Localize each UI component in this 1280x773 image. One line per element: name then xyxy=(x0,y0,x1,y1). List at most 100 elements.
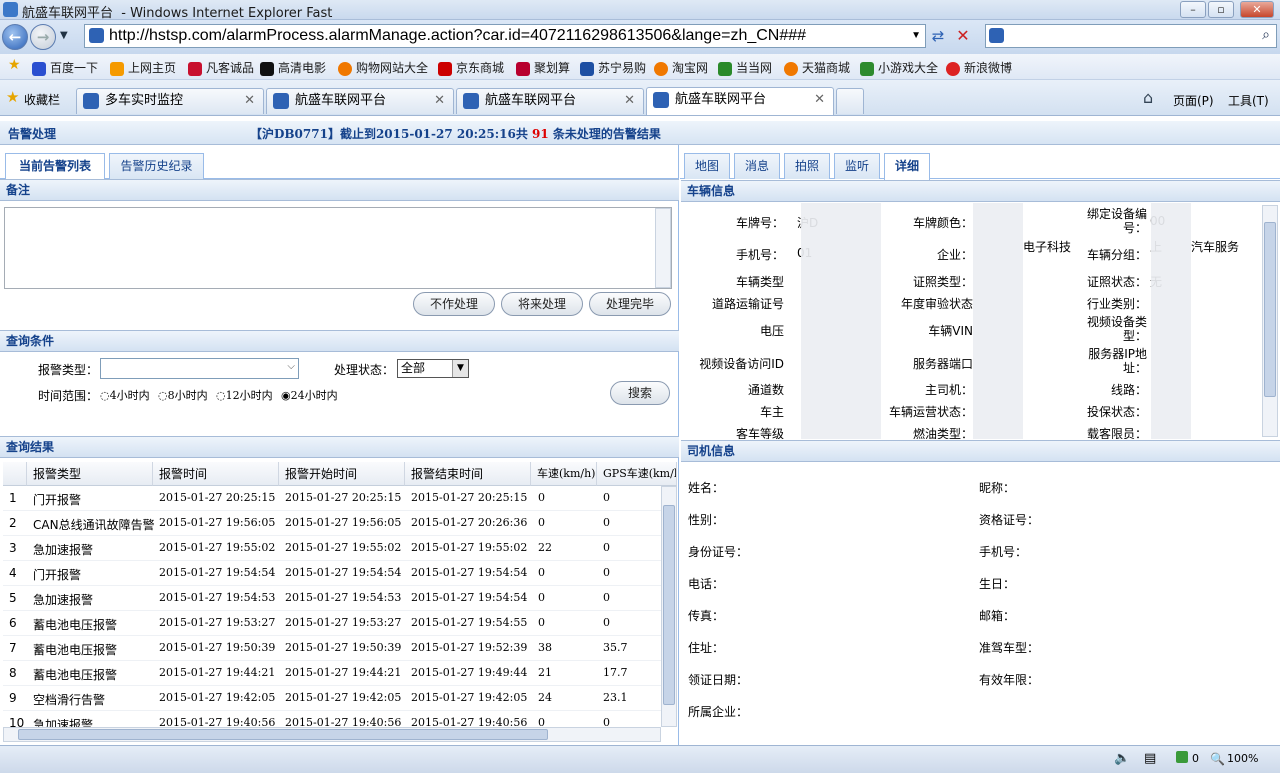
address-input[interactable]: http://hstsp.com/alarmProcess.alarmManag… xyxy=(84,24,926,48)
radio-4h[interactable]: ◌4小时内 xyxy=(100,387,150,403)
fav-link-9[interactable]: 当当网 xyxy=(718,59,772,76)
table-row[interactable]: 7 蓄电池电压报警 2015-01-27 19:50:39 2015-01-27 19… xyxy=(3,636,677,661)
fav-link-2[interactable]: 凡客诚品 xyxy=(188,59,254,76)
table-cell: 17.7 xyxy=(603,666,628,679)
favorites-star-icon[interactable]: ★ xyxy=(6,88,19,106)
zoom-icon[interactable]: 🔍 xyxy=(1210,752,1225,766)
radio-24h[interactable]: ◉24小时内 xyxy=(281,387,338,403)
browser-tab-0[interactable]: 多车实时监控 ✕ xyxy=(76,88,264,114)
fav-link-12[interactable]: 新浪微博 xyxy=(946,59,1012,76)
radio-12h[interactable]: ◌12小时内 xyxy=(216,387,273,403)
table-cell: 2015-01-27 19:40:56 xyxy=(411,716,528,727)
redaction-block xyxy=(973,203,1023,439)
browser-tab-2[interactable]: 航盛车联网平台 ✕ xyxy=(456,88,644,114)
fav-link-1[interactable]: 上网主页 xyxy=(110,59,176,76)
table-cell: 4 xyxy=(9,566,17,580)
server-ip-label: 服务器IP地址： xyxy=(1088,347,1147,375)
col-end-time[interactable]: 报警结束时间 xyxy=(405,462,531,486)
ignore-button[interactable]: 不作处理 xyxy=(413,292,495,316)
table-row[interactable]: 3 急加速报警 2015-01-27 19:55:02 2015-01-27 19:5… xyxy=(3,536,677,561)
plate-color-label: 车牌颜色： xyxy=(912,216,973,230)
radio-8h[interactable]: ◌8小时内 xyxy=(158,387,208,403)
tab-alarm-history[interactable]: 告警历史纪录 xyxy=(109,153,204,179)
browser-tab-1[interactable]: 航盛车联网平台 ✕ xyxy=(266,88,454,114)
col-alarm-type[interactable]: 报警类型 xyxy=(27,462,153,486)
table-cell: 急加速报警 xyxy=(33,543,94,557)
speaker-icon[interactable]: 🔈 xyxy=(1114,751,1130,766)
tab-monitor[interactable]: 监听 xyxy=(834,153,880,179)
tab-map[interactable]: 地图 xyxy=(684,153,730,179)
maximize-button[interactable]: ▫ xyxy=(1208,1,1234,18)
table-row[interactable]: 6 蓄电池电压报警 2015-01-27 19:53:27 2015-01-27 19… xyxy=(3,611,677,636)
alarm-type-select[interactable]: ⌵ xyxy=(100,358,299,379)
results-v-scrollbar[interactable] xyxy=(661,486,677,727)
fav-link-5[interactable]: 京东商城 xyxy=(438,59,504,76)
fav-link-7[interactable]: 苏宁易购 xyxy=(580,59,646,76)
video-id-label: 视频设备访问ID xyxy=(699,357,784,371)
table-row[interactable]: 2 CAN总线通讯故障告警 2015-01-27 19:56:05 2015-01-2… xyxy=(3,511,677,536)
close-tab-icon[interactable]: ✕ xyxy=(434,89,445,113)
search-input[interactable]: ⌕ xyxy=(985,24,1277,48)
forward-button[interactable]: → xyxy=(30,24,56,50)
vehicle-scrollbar[interactable] xyxy=(1262,205,1278,437)
address-url: http://hstsp.com/alarmProcess.alarmManag… xyxy=(109,27,807,44)
search-button[interactable]: 搜索 xyxy=(610,381,670,405)
col-speed[interactable]: 车速(km/h) xyxy=(531,462,597,486)
home-icon[interactable]: ⌂ xyxy=(1143,88,1153,107)
fav-link-6[interactable]: 聚划算 xyxy=(516,59,570,76)
table-row[interactable]: 9 空档滑行告警 2015-01-27 19:42:05 2015-01-27 19:… xyxy=(3,686,677,711)
results-h-scrollbar[interactable] xyxy=(3,727,661,742)
favorites-button[interactable]: 收藏栏 xyxy=(24,91,60,108)
browser-tab-3[interactable]: 航盛车联网平台 ✕ xyxy=(646,87,834,115)
table-row[interactable]: 1 门开报警 2015-01-27 20:25:15 2015-01-27 20:25… xyxy=(3,486,677,511)
history-dropdown-icon[interactable]: ▼ xyxy=(60,30,68,41)
search-icon[interactable]: ⌕ xyxy=(1262,27,1270,43)
refresh-icon[interactable]: ⇄ xyxy=(928,27,948,47)
tab-detail[interactable]: 详细 xyxy=(884,153,930,180)
tools-menu[interactable]: 工具(T) xyxy=(1228,92,1269,109)
fav-link-0[interactable]: 百度一下 xyxy=(32,59,98,76)
table-cell: 0 xyxy=(538,716,545,727)
close-tab-icon[interactable]: ✕ xyxy=(244,89,255,113)
fav-link-10[interactable]: 天猫商城 xyxy=(784,59,850,76)
col-gps-speed[interactable]: GPS车速(km/h) xyxy=(597,462,677,486)
remark-scrollbar[interactable] xyxy=(655,208,671,288)
complete-button[interactable]: 处理完毕 xyxy=(589,292,671,316)
page-menu[interactable]: 页面(P) xyxy=(1173,92,1214,109)
fav-link-8[interactable]: 淘宝网 xyxy=(654,59,708,76)
tab-messages[interactable]: 消息 xyxy=(734,153,780,179)
remark-textarea[interactable] xyxy=(4,207,672,289)
alarm-type-label: 报警类型： xyxy=(38,363,99,377)
zoom-level[interactable]: 100% xyxy=(1227,752,1258,765)
table-cell: 2015-01-27 19:54:53 xyxy=(159,591,276,604)
fav-link-11[interactable]: 小游戏大全 xyxy=(860,59,938,76)
table-row[interactable]: 5 急加速报警 2015-01-27 19:54:53 2015-01-27 19:5… xyxy=(3,586,677,611)
fav-link-4[interactable]: 购物网站大全 xyxy=(338,59,428,76)
address-dropdown-icon[interactable]: ▼ xyxy=(911,25,921,47)
table-row[interactable]: 10 急加速报警 2015-01-27 19:40:56 2015-01-27 19:… xyxy=(3,711,677,727)
minimize-button[interactable]: – xyxy=(1180,1,1206,18)
back-button[interactable]: ← xyxy=(2,24,28,50)
new-tab-button[interactable] xyxy=(836,88,864,114)
book-icon[interactable]: ▤ xyxy=(1144,751,1156,766)
operation-status-label: 车辆运营状态： xyxy=(888,405,973,419)
col-start-time[interactable]: 报警开始时间 xyxy=(279,462,405,486)
status-select[interactable]: 全部 ▼ xyxy=(397,359,469,378)
table-row[interactable]: 8 蓄电池电压报警 2015-01-27 19:44:21 2015-01-27 19… xyxy=(3,661,677,686)
table-cell: 蓄电池电压报警 xyxy=(33,668,118,682)
industry-label: 行业类别： xyxy=(1086,297,1147,311)
defer-button[interactable]: 将来处理 xyxy=(501,292,583,316)
add-favorite-icon[interactable]: ★ xyxy=(8,57,21,73)
tab-current-alarms[interactable]: 当前告警列表 xyxy=(5,153,105,180)
col-alarm-time[interactable]: 报警时间 xyxy=(153,462,279,486)
fav-link-3[interactable]: 高清电影 xyxy=(260,59,326,76)
table-cell: 3 xyxy=(9,541,17,555)
stop-icon[interactable]: ✕ xyxy=(953,26,973,46)
close-tab-icon[interactable]: ✕ xyxy=(814,88,825,112)
close-window-button[interactable]: ✕ xyxy=(1240,1,1274,18)
tab-photo[interactable]: 拍照 xyxy=(784,153,830,179)
table-row[interactable]: 4 门开报警 2015-01-27 19:54:54 2015-01-27 19:54… xyxy=(3,561,677,586)
driver-field-label: 住址： xyxy=(688,641,725,655)
close-tab-icon[interactable]: ✕ xyxy=(624,89,635,113)
driver-field-label: 领证日期： xyxy=(688,673,749,687)
